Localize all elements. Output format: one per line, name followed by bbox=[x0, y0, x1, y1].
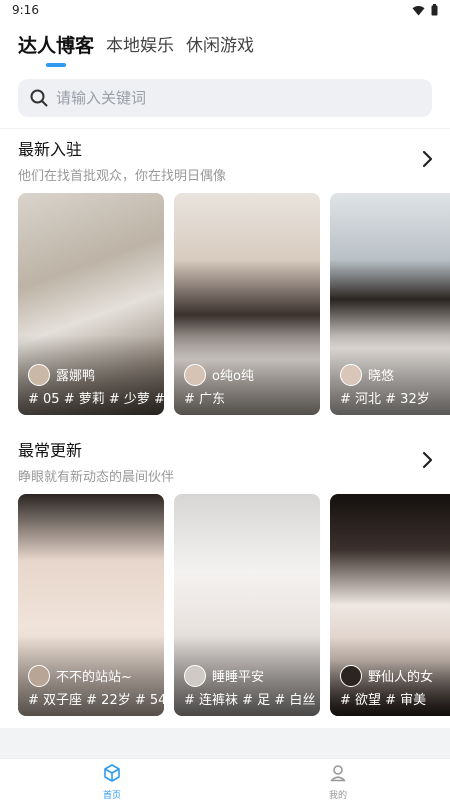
chevron-right-icon[interactable] bbox=[420, 451, 434, 469]
content-footer-strip bbox=[0, 728, 450, 758]
section-title-most-updated: 最常更新 bbox=[18, 441, 83, 460]
blogger-card[interactable]: 不不的站站~ # 双子座 # 22岁 # 54 bbox=[18, 494, 164, 716]
section-subtitle-most-updated: 睁眼就有新动态的晨间伙伴 bbox=[18, 470, 175, 485]
status-bar: 9:16 bbox=[0, 0, 450, 22]
card-tags: # 连裤袜 # 足 # 白丝 bbox=[184, 693, 316, 708]
avatar bbox=[28, 665, 50, 687]
card-row-most-updated: 不不的站站~ # 双子座 # 22岁 # 54 睡睡平安 # 连裤袜 # 足 #… bbox=[18, 494, 450, 716]
tab-casual-games[interactable]: 休闲游戏 bbox=[186, 34, 254, 58]
card-name: 露娜鸭 bbox=[56, 369, 96, 384]
avatar bbox=[184, 364, 206, 386]
chevron-right-icon[interactable] bbox=[420, 150, 434, 168]
blogger-card[interactable]: 睡睡平安 # 连裤袜 # 足 # 白丝 bbox=[174, 494, 320, 716]
status-time: 9:16 bbox=[12, 3, 39, 17]
blogger-card[interactable]: 晓悠 # 河北 # 32岁 bbox=[330, 193, 450, 415]
nav-profile-label: 我的 bbox=[328, 791, 347, 800]
card-name: 睡睡平安 bbox=[212, 670, 265, 685]
card-name: 不不的站站~ bbox=[56, 670, 132, 685]
bottom-nav: 首页 我的 bbox=[0, 758, 450, 800]
battery-icon bbox=[431, 4, 438, 16]
avatar bbox=[28, 364, 50, 386]
search-bar[interactable] bbox=[18, 79, 432, 117]
card-name: 晓悠 bbox=[368, 369, 395, 384]
nav-home-label: 首页 bbox=[102, 791, 121, 800]
active-tab-indicator bbox=[46, 63, 66, 67]
blogger-card[interactable]: 野仙人的女 # 欲望 # 审美 bbox=[330, 494, 450, 716]
profile-icon bbox=[330, 765, 346, 782]
card-tags: # 05 # 萝莉 # 少萝 # bbox=[28, 392, 164, 407]
search-icon bbox=[30, 89, 48, 107]
status-icons bbox=[412, 4, 438, 16]
tab-blogger[interactable]: 达人博客 bbox=[18, 34, 94, 58]
nav-profile[interactable]: 我的 bbox=[308, 763, 368, 800]
wifi-icon bbox=[412, 5, 425, 15]
card-tags: # 欲望 # 审美 bbox=[340, 693, 427, 708]
card-tags: # 河北 # 32岁 bbox=[340, 392, 430, 407]
avatar bbox=[340, 665, 362, 687]
avatar bbox=[340, 364, 362, 386]
card-tags: # 广东 bbox=[184, 392, 226, 407]
card-name: 野仙人的女 bbox=[368, 670, 434, 685]
section-subtitle-newest: 他们在找首批观众，你在找明日偶像 bbox=[18, 169, 227, 184]
home-cube-icon bbox=[104, 764, 120, 782]
tab-local-entertainment[interactable]: 本地娱乐 bbox=[106, 34, 174, 58]
card-row-newest: 露娜鸭 # 05 # 萝莉 # 少萝 # o纯o纯 # 广东 晓悠 # 河北 #… bbox=[18, 193, 450, 415]
top-tabs: 达人博客 本地娱乐 休闲游戏 bbox=[18, 34, 254, 58]
nav-home[interactable]: 首页 bbox=[82, 763, 142, 800]
card-name: o纯o纯 bbox=[212, 369, 254, 384]
blogger-card[interactable]: 露娜鸭 # 05 # 萝莉 # 少萝 # bbox=[18, 193, 164, 415]
divider bbox=[0, 128, 450, 129]
avatar bbox=[184, 665, 206, 687]
section-title-newest: 最新入驻 bbox=[18, 140, 83, 159]
card-tags: # 双子座 # 22岁 # 54 bbox=[28, 693, 164, 708]
search-input[interactable] bbox=[56, 89, 396, 107]
blogger-card[interactable]: o纯o纯 # 广东 bbox=[174, 193, 320, 415]
